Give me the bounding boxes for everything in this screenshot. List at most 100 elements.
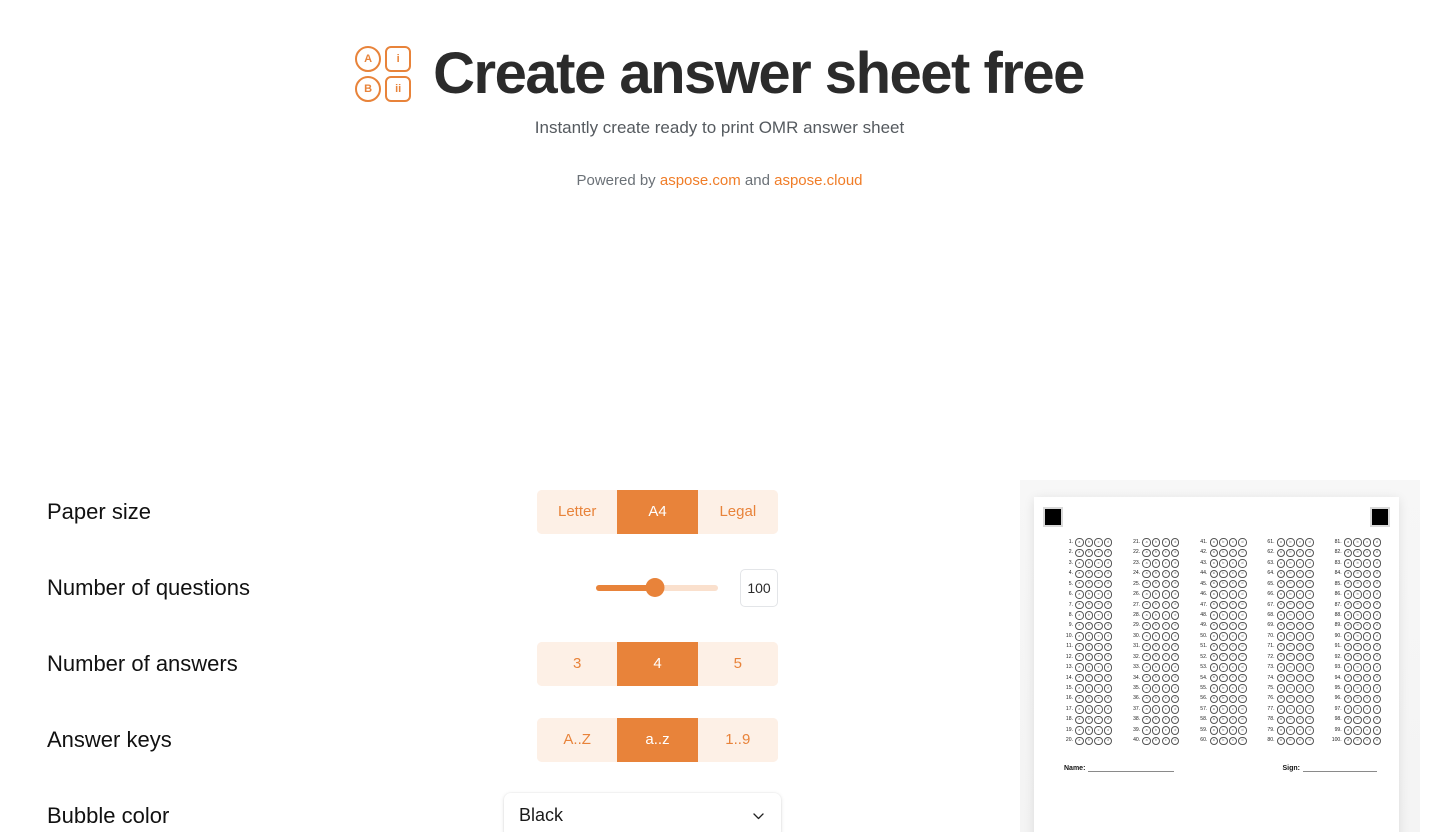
omr-bubble: c xyxy=(1363,736,1372,745)
omr-bubble: c xyxy=(1295,569,1305,578)
omr-bubble: c xyxy=(1228,684,1238,693)
omr-bubble: b xyxy=(1084,694,1094,704)
omr-bubble: a xyxy=(1075,559,1084,568)
omr-bubble: a xyxy=(1209,559,1218,568)
omr-bubble: a xyxy=(1209,653,1218,662)
omr-bubble: c xyxy=(1295,705,1305,714)
omr-question-number: 87. xyxy=(1334,601,1342,608)
omr-question-number: 93. xyxy=(1334,664,1342,671)
omr-bubble: c xyxy=(1161,621,1170,631)
omr-bubble: a xyxy=(1075,726,1084,735)
omr-question-number: 85. xyxy=(1334,580,1342,587)
omr-question-row: 98. a b c d xyxy=(1329,715,1381,725)
omr-bubble: d xyxy=(1171,736,1180,745)
omr-bubble: c xyxy=(1363,538,1372,547)
omr-bubble: d xyxy=(1372,653,1381,662)
signature-row: Name: Sign: xyxy=(1064,765,1377,772)
questions-value-input[interactable]: 100 xyxy=(740,568,778,607)
omr-bubble: c xyxy=(1161,653,1170,662)
omr-question-row: 68. a b c d xyxy=(1262,611,1314,620)
omr-question-number: 7. xyxy=(1068,601,1073,608)
omr-bubble: a xyxy=(1209,642,1218,651)
link-aspose-cloud[interactable]: aspose.cloud xyxy=(774,172,862,189)
segment-paper-legal[interactable]: Legal xyxy=(697,489,778,534)
control-answer-keys: A..Z a..z 1..9 xyxy=(537,717,787,762)
omr-bubble: c xyxy=(1228,736,1238,745)
segment-paper-letter[interactable]: Letter xyxy=(537,489,618,534)
omr-bubble: c xyxy=(1161,590,1170,599)
omr-question-row: 77. a b c d xyxy=(1262,705,1314,714)
omr-bubble: c xyxy=(1161,548,1170,558)
omr-bubble: c xyxy=(1295,715,1305,725)
bubble-color-select[interactable]: Black xyxy=(504,793,781,832)
omr-bubble: d xyxy=(1171,694,1180,704)
segment-keys-az[interactable]: A..Z xyxy=(537,717,618,762)
omr-bubble: c xyxy=(1094,726,1103,735)
omr-bubble: a xyxy=(1075,694,1084,704)
omr-question-row: 75. a b c d xyxy=(1262,684,1314,693)
omr-bubble: a xyxy=(1276,632,1286,641)
omr-bubble: d xyxy=(1305,736,1314,745)
omr-bubble: d xyxy=(1372,694,1381,704)
omr-bubble: a xyxy=(1209,726,1218,735)
omr-question-row: 50. a b c d xyxy=(1194,632,1247,641)
omr-question-number: 69. xyxy=(1267,622,1275,629)
omr-question-number: 14. xyxy=(1065,674,1073,681)
omr-bubble: d xyxy=(1103,579,1113,589)
omr-question-row: 74. a b c d xyxy=(1262,673,1314,683)
segment-paper-a4[interactable]: A4 xyxy=(617,489,698,534)
control-number-of-questions: 100 xyxy=(537,568,787,607)
omr-bubble: a xyxy=(1276,538,1286,547)
omr-bubble: a xyxy=(1209,736,1218,745)
segment-keys-19[interactable]: 1..9 xyxy=(697,717,778,762)
omr-bubble: b xyxy=(1353,569,1362,578)
omr-bubble: d xyxy=(1171,590,1180,599)
omr-bubble: a xyxy=(1343,684,1353,693)
omr-bubble: a xyxy=(1142,559,1151,568)
segmented-paper-size[interactable]: Letter A4 Legal xyxy=(537,489,778,534)
omr-question-row: 19. a b c d xyxy=(1060,726,1113,735)
omr-question-number: 36. xyxy=(1133,695,1141,702)
omr-question-number: 76. xyxy=(1267,695,1275,702)
omr-question-row: 48. a b c d xyxy=(1194,611,1247,620)
omr-bubble: c xyxy=(1161,663,1170,672)
omr-bubble: b xyxy=(1151,611,1161,620)
omr-bubble: c xyxy=(1094,663,1103,672)
segment-keys-az[interactable]: a..z xyxy=(617,717,698,762)
name-label: Name: xyxy=(1064,764,1086,772)
omr-bubble: c xyxy=(1363,600,1372,610)
slider-thumb[interactable] xyxy=(645,578,665,598)
label-answer-keys: Answer keys xyxy=(47,726,172,752)
segment-answers-4[interactable]: 4 xyxy=(617,641,698,686)
omr-bubble: b xyxy=(1286,684,1295,693)
omr-bubble: d xyxy=(1372,538,1381,547)
omr-bubble: b xyxy=(1084,569,1094,578)
omr-bubble: d xyxy=(1103,590,1113,599)
logo-cell-a: A xyxy=(355,46,382,73)
omr-bubble: d xyxy=(1171,726,1180,735)
omr-bubble: c xyxy=(1094,673,1103,683)
omr-bubble: a xyxy=(1343,653,1353,662)
slider-number-of-questions[interactable] xyxy=(596,577,718,599)
omr-bubble: d xyxy=(1238,621,1247,631)
omr-bubble: d xyxy=(1238,736,1247,745)
omr-bubble: b xyxy=(1286,559,1295,568)
omr-bubble: d xyxy=(1372,715,1381,725)
segmented-number-of-answers[interactable]: 345 xyxy=(537,641,778,686)
omr-bubble: a xyxy=(1209,590,1218,599)
omr-bubble: b xyxy=(1353,736,1362,745)
omr-question-row: 7. a b c d xyxy=(1060,600,1113,610)
omr-sheet-preview[interactable]: 1. a b c d 2. a b c d 3. a b c d 4. a b c d 5. a b c d 6. a b c d 7. a b… xyxy=(1020,479,1420,832)
form-row-number-of-questions: Number of questions 100 xyxy=(47,550,787,626)
segmented-answer-keys[interactable]: A..Z a..z 1..9 xyxy=(537,717,778,762)
app-logo-icon: Ai Bii xyxy=(355,46,412,103)
omr-bubble: d xyxy=(1103,559,1113,568)
omr-bubble: a xyxy=(1142,705,1151,714)
omr-question-row: 21. a b c d xyxy=(1127,538,1180,547)
segment-answers-3[interactable]: 3 xyxy=(537,641,618,686)
omr-bubble: d xyxy=(1305,653,1314,662)
omr-question-row: 29. a b c d xyxy=(1127,621,1180,631)
segment-answers-5[interactable]: 5 xyxy=(697,641,778,686)
link-aspose-com[interactable]: aspose.com xyxy=(660,172,741,189)
omr-bubble: d xyxy=(1238,694,1247,704)
